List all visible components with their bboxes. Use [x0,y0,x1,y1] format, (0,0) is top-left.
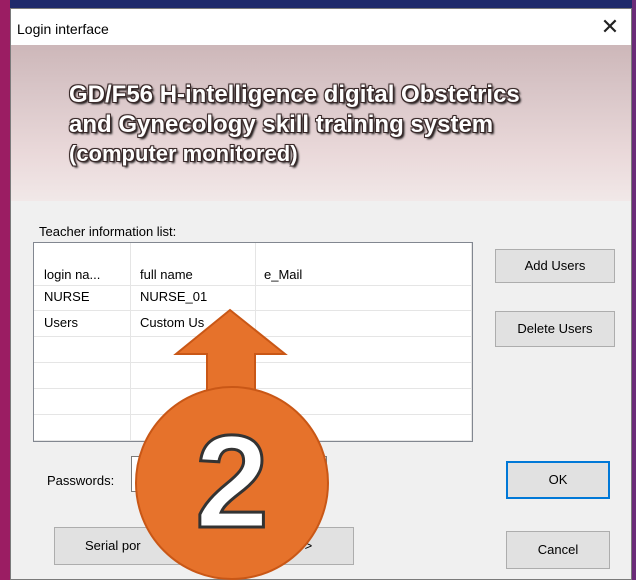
table-row-empty [34,363,472,389]
add-users-button[interactable]: Add Users [495,249,615,283]
banner: GD/F56 H-intelligence digital Obstetrics… [11,45,631,201]
table-row-empty [34,389,472,415]
close-icon[interactable]: ✕ [597,15,623,39]
banner-title-line1: GD/F56 H-intelligence digital Obstetrics [69,81,520,108]
password-input[interactable] [131,456,327,492]
desktop-frame-left [0,0,10,580]
banner-title-line2: and Gynecology skill training system [69,111,494,138]
password-label: Passwords: [47,473,115,488]
banner-title-line3: (computer monitored) [69,141,298,166]
table-row[interactable]: Users Custom Us [34,311,472,337]
cell-login: Users [44,315,78,330]
teacher-list-header: login na... full name e_Mail [34,243,472,286]
teacher-list[interactable]: login na... full name e_Mail NURSE NURSE… [33,242,473,442]
serial-next-label: >> [297,538,313,553]
table-row[interactable]: NURSE NURSE_01 [34,285,472,311]
column-header-fullname[interactable]: full name [140,267,193,282]
serial-port-label: Serial por [85,538,141,553]
column-header-email[interactable]: e_Mail [264,267,302,282]
cell-fullname: Custom Us [140,315,205,330]
cancel-button[interactable]: Cancel [506,531,610,569]
delete-users-button[interactable]: Delete Users [495,311,615,347]
table-row-empty [34,337,472,363]
window-title: Login interface [17,21,109,37]
cell-fullname: NURSE_01 [140,289,208,304]
cell-login: NURSE [44,289,90,304]
table-row-empty [34,415,472,441]
teacher-list-label: Teacher information list: [39,224,177,239]
serial-port-button[interactable]: Serial por >> [54,527,354,565]
column-header-login[interactable]: login na... [44,267,100,282]
ok-button[interactable]: OK [506,461,610,499]
login-dialog: Login interface ✕ GD/F56 H-intelligence … [10,8,632,580]
desktop-frame-right [632,0,636,580]
title-bar: Login interface ✕ [11,9,631,45]
